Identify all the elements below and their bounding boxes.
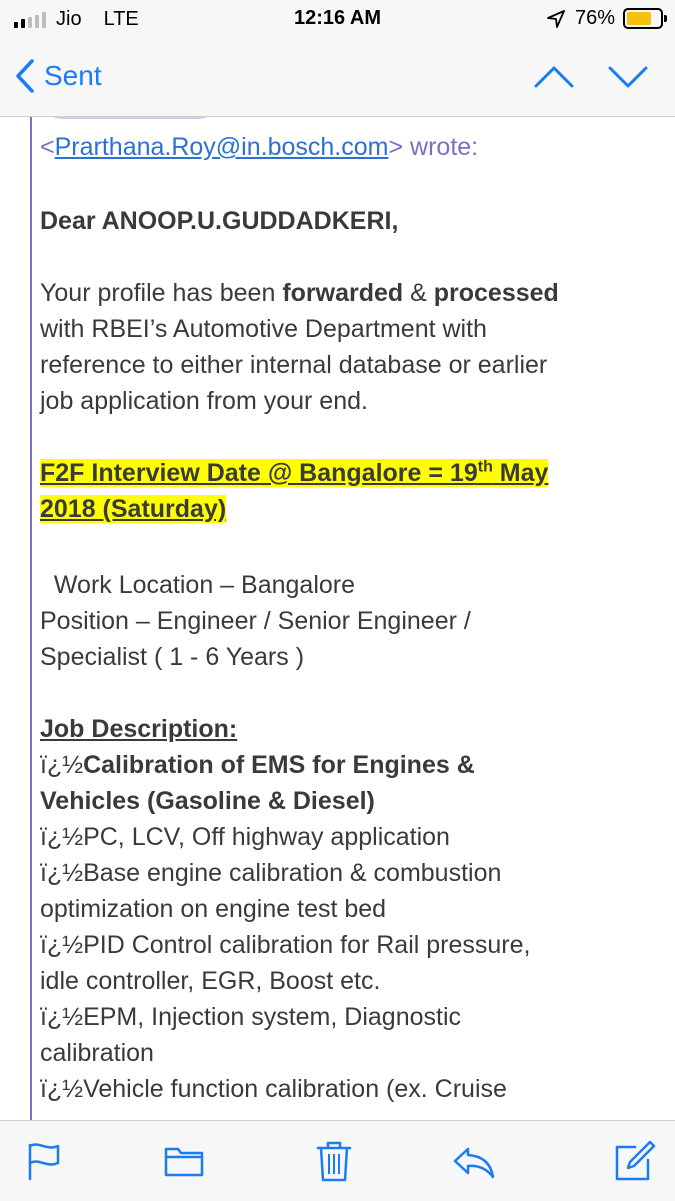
job-description-heading: Job Description: (40, 715, 238, 743)
chevron-left-icon (16, 59, 34, 93)
folder-icon[interactable] (162, 1139, 206, 1183)
email-body: <Prarthana.Roy@in.bosch.com> wrote: Dear… (40, 117, 640, 1107)
battery-icon (623, 8, 667, 29)
flag-icon[interactable] (22, 1139, 66, 1183)
work-location: Work Location – Bangalore (40, 571, 356, 599)
intro-line: reference to either internal database or… (40, 351, 548, 379)
status-right: 76% (547, 7, 667, 30)
sender-email-link[interactable]: Prarthana.Roy@in.bosch.com (55, 133, 389, 161)
bullet-line: ï¿½EPM, Injection system, Diagnostic (40, 1003, 461, 1031)
interview-date: F2F Interview Date @ Bangalore = 19th Ma… (40, 458, 549, 487)
trash-icon[interactable] (312, 1139, 356, 1183)
position: Position – Engineer / Senior Engineer / (40, 607, 471, 635)
battery-level (627, 12, 651, 25)
greeting: Dear ANOOP.U.GUDDADKERI, (40, 207, 399, 235)
bullet-line: calibration (40, 1039, 154, 1067)
bullet-line: Vehicles (Gasoline & Diesel) (40, 787, 375, 815)
interview-date-line2: 2018 (Saturday) (40, 495, 227, 523)
bottom-toolbar (0, 1120, 675, 1201)
bullet-line: ï¿½PC, LCV, Off highway application (40, 823, 450, 851)
previous-message-button[interactable] (532, 58, 576, 94)
back-label: Sent (44, 60, 102, 91)
message-body-scroll[interactable]: <Prarthana.Roy@in.bosch.com> wrote: Dear… (0, 117, 675, 1120)
quote-header: <Prarthana.Roy@in.bosch.com> wrote: (40, 133, 479, 161)
intro-line: job application from your end. (40, 387, 368, 415)
bullet-line: ï¿½Base engine calibration & combustion (40, 859, 502, 887)
intro-line: with RBEI’s Automotive Department with (40, 315, 487, 343)
bullet-line: ï¿½PID Control calibration for Rail pres… (40, 931, 531, 959)
bullet-line: idle controller, EGR, Boost etc. (40, 967, 381, 995)
navigation-bar: Sent (0, 38, 675, 117)
bullet-line: ï¿½Vehicle function calibration (ex. Cru… (40, 1075, 507, 1103)
location-arrow-icon (547, 9, 565, 28)
intro-paragraph: Your profile has been forwarded & proces… (40, 279, 559, 307)
next-message-button[interactable] (606, 58, 650, 94)
bullet-line: ï¿½Calibration of EMS for Engines & (40, 751, 475, 779)
bullet-line: optimization on engine test bed (40, 895, 387, 923)
compose-icon[interactable] (612, 1139, 656, 1183)
quote-bar (30, 117, 32, 1120)
back-button[interactable]: Sent (14, 58, 102, 94)
battery-percent: 76% (574, 7, 615, 29)
reply-icon[interactable] (452, 1139, 496, 1183)
position-range: Specialist ( 1 - 6 Years ) (40, 643, 305, 671)
status-bar: Jio LTE 12:16 AM 76% (0, 0, 675, 38)
